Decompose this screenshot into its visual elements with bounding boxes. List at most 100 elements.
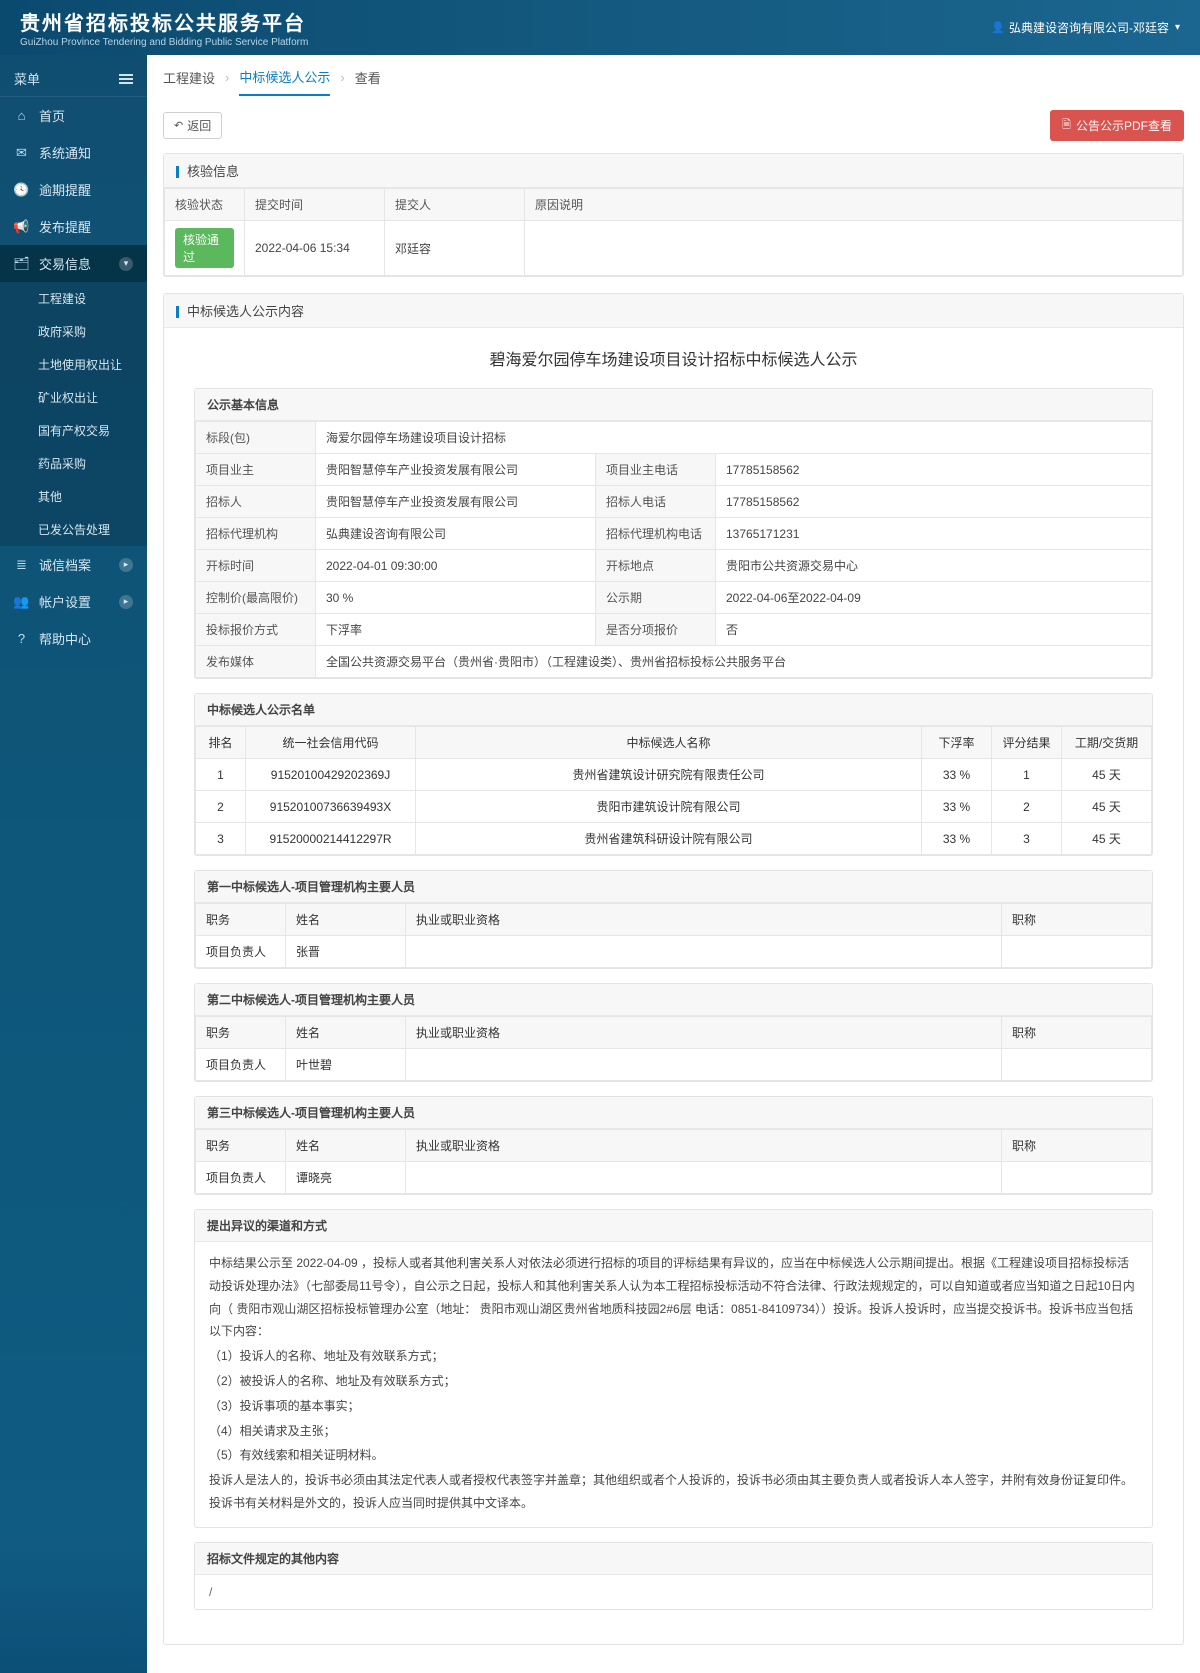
bc-level1[interactable]: 工程建设: [163, 68, 215, 95]
pdf-view-button[interactable]: 公告公示PDF查看: [1050, 110, 1184, 141]
sub-land[interactable]: 土地使用权出让: [0, 348, 147, 381]
nav-overdue[interactable]: 🕓 逾期提醒: [0, 171, 147, 208]
cell-score: 3: [992, 823, 1062, 855]
cell-code: 91520100429202369J: [246, 759, 416, 791]
col-time: 提交时间: [245, 189, 385, 221]
other-body: /: [195, 1575, 1152, 1609]
cell-rank: 1: [196, 759, 246, 791]
col-pname: 姓名: [286, 1130, 406, 1162]
objection-l2: （2）被投诉人的名称、地址及有效联系方式；: [209, 1370, 1138, 1393]
hamburger-icon[interactable]: [119, 72, 133, 86]
candidate-row: 1 91520100429202369J 贵州省建筑设计研究院有限责任公司 33…: [196, 759, 1152, 791]
cell-name: 贵阳市建筑设计院有限公司: [416, 791, 922, 823]
cell-ptitle: [1002, 936, 1152, 968]
personnel1-title: 第一中标候选人-项目管理机构主要人员: [195, 871, 1152, 903]
col-pname: 姓名: [286, 1017, 406, 1049]
chevron-down-icon: ▾: [119, 257, 133, 271]
lbl-split: 是否分项报价: [596, 614, 716, 646]
personnel3-table: 职务 姓名 执业或职业资格 职称 项目负责人 谭晓亮: [195, 1129, 1152, 1194]
status-badge: 核验通过: [175, 228, 234, 268]
personnel-row: 项目负责人 叶世碧: [196, 1049, 1152, 1081]
sidebar-title-label: 菜单: [14, 69, 40, 88]
user-name: 弘典建设咨询有限公司-邓廷容: [1009, 19, 1169, 36]
sub-published[interactable]: 已发公告处理: [0, 513, 147, 546]
back-button[interactable]: 返回: [163, 112, 222, 139]
nav-account[interactable]: 👥 帐户设置 ▸: [0, 583, 147, 620]
announce-icon: 📢: [14, 219, 29, 234]
nav-credit[interactable]: ≣ 诚信档案 ▸: [0, 546, 147, 583]
col-score: 评分结果: [992, 727, 1062, 759]
col-reason: 原因说明: [525, 189, 1183, 221]
nav-label: 系统通知: [39, 143, 91, 162]
col-duty: 职务: [196, 1017, 286, 1049]
objection-body: 中标结果公示至 2022-04-09 ，投标人或者其他利害关系人对依法必须进行招…: [195, 1242, 1152, 1527]
basic-info-section: 公示基本信息 标段(包) 海爱尔园停车场建设项目设计招标 项目业主 贵阳智慧停车…: [194, 388, 1153, 679]
col-qual: 执业或职业资格: [406, 1017, 1002, 1049]
sub-state-assets[interactable]: 国有产权交易: [0, 414, 147, 447]
val-quote-method: 下浮率: [316, 614, 596, 646]
cell-name: 贵州省建筑科研设计院有限公司: [416, 823, 922, 855]
cell-rate: 33 %: [922, 759, 992, 791]
col-rank: 排名: [196, 727, 246, 759]
cell-pname: 叶世碧: [286, 1049, 406, 1081]
cell-pname: 张晋: [286, 936, 406, 968]
lbl-agent-tel: 招标代理机构电话: [596, 518, 716, 550]
help-icon: ?: [14, 631, 29, 646]
objection-title: 提出异议的渠道和方式: [195, 1210, 1152, 1242]
cell-rate: 33 %: [922, 791, 992, 823]
personnel-row: 项目负责人 张晋: [196, 936, 1152, 968]
sub-medicine[interactable]: 药品采购: [0, 447, 147, 480]
cell-rate: 33 %: [922, 823, 992, 855]
val-media: 全国公共资源交易平台（贵州省·贵阳市）（工程建设类）、贵州省招标投标公共服务平台: [316, 646, 1152, 678]
bc-separator: ›: [340, 70, 344, 93]
lbl-owner: 项目业主: [196, 454, 316, 486]
chevron-right-icon: ▸: [119, 558, 133, 572]
cell-reason: [525, 221, 1183, 276]
val-open-place: 贵阳市公共资源交易中心: [716, 550, 1152, 582]
lbl-period: 公示期: [596, 582, 716, 614]
sub-gov-purchase[interactable]: 政府采购: [0, 315, 147, 348]
col-duty: 职务: [196, 1130, 286, 1162]
clock-icon: 🕓: [14, 182, 29, 197]
val-agent: 弘典建设咨询有限公司: [316, 518, 596, 550]
nav-notice[interactable]: ✉ 系统通知: [0, 134, 147, 171]
val-open-time: 2022-04-01 09:30:00: [316, 550, 596, 582]
nav-label: 首页: [39, 106, 65, 125]
cell-score: 1: [992, 759, 1062, 791]
nav-help[interactable]: ? 帮助中心: [0, 620, 147, 657]
sub-engineering[interactable]: 工程建设: [0, 282, 147, 315]
lbl-media: 发布媒体: [196, 646, 316, 678]
col-ptitle: 职称: [1002, 1130, 1152, 1162]
nav-home[interactable]: ⌂ 首页: [0, 97, 147, 134]
verify-row: 核验通过 2022-04-06 15:34 邓廷容: [165, 221, 1183, 276]
candidates-section: 中标候选人公示名单 排名 统一社会信用代码 中标候选人名称 下浮率 评分结果 工…: [194, 693, 1153, 856]
main-content: 工程建设 › 中标候选人公示 › 查看 返回 公告公示PDF查看 核验信息 核验…: [147, 55, 1200, 1673]
user-menu[interactable]: 弘典建设咨询有限公司-邓廷容: [991, 19, 1180, 36]
personnel1-table: 职务 姓名 执业或职业资格 职称 项目负责人 张晋: [195, 903, 1152, 968]
cell-rank: 3: [196, 823, 246, 855]
col-duration: 工期/交货期: [1062, 727, 1152, 759]
objection-tail: 投诉人是法人的，投诉书必须由其法定代表人或者授权代表签字并盖章；其他组织或者个人…: [209, 1469, 1138, 1515]
lbl-quote-method: 投标报价方式: [196, 614, 316, 646]
personnel3-title: 第三中标候选人-项目管理机构主要人员: [195, 1097, 1152, 1129]
lbl-ctrl-price: 控制价(最高限价): [196, 582, 316, 614]
sub-mining[interactable]: 矿业权出让: [0, 381, 147, 414]
cell-duty: 项目负责人: [196, 1049, 286, 1081]
sub-other[interactable]: 其他: [0, 480, 147, 513]
bc-level2[interactable]: 中标候选人公示: [239, 67, 330, 96]
personnel2-table: 职务 姓名 执业或职业资格 职称 项目负责人 叶世碧: [195, 1016, 1152, 1081]
col-duty: 职务: [196, 904, 286, 936]
nav-trade[interactable]: 🗂 交易信息 ▾: [0, 245, 147, 282]
col-user: 提交人: [385, 189, 525, 221]
val-section: 海爱尔园停车场建设项目设计招标: [316, 422, 1152, 454]
bc-separator: ›: [225, 70, 229, 93]
bc-level3: 查看: [355, 68, 381, 95]
verify-panel-title: 核验信息: [164, 154, 1183, 188]
cell-pname: 谭晓亮: [286, 1162, 406, 1194]
lbl-open-time: 开标时间: [196, 550, 316, 582]
nav-publish[interactable]: 📢 发布提醒: [0, 208, 147, 245]
candidate-row: 3 91520000214412297R 贵州省建筑科研设计院有限公司 33 %…: [196, 823, 1152, 855]
mail-icon: ✉: [14, 145, 29, 160]
header-title-block: 贵州省招标投标公共服务平台 GuiZhou Province Tendering…: [20, 7, 308, 48]
breadcrumb: 工程建设 › 中标候选人公示 › 查看: [163, 67, 1184, 100]
